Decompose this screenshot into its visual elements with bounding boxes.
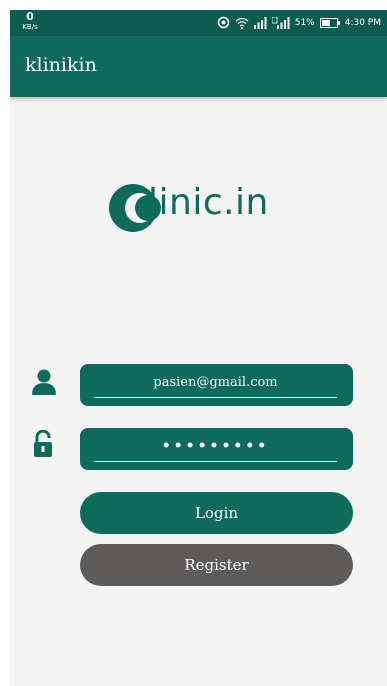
clinic-logo: linic.in	[108, 178, 298, 240]
signal-sim2-icon	[271, 16, 290, 29]
register-button[interactable]: Register	[80, 544, 353, 586]
phone-screen: 0 KB/s 51% 4:30 PM klinikin linic.in pas…	[10, 10, 387, 686]
app-bar: klinikin	[10, 36, 387, 97]
network-speed-value: 0	[26, 10, 34, 23]
logo-text: linic.in	[148, 182, 269, 223]
network-speed: 0 KB/s	[18, 10, 42, 32]
email-field[interactable]	[80, 364, 353, 406]
clock: 4:30 PM	[344, 17, 381, 28]
app-title: klinikin	[25, 54, 97, 76]
status-icons: 51% 4:30 PM	[217, 16, 381, 29]
email-underline	[94, 397, 337, 398]
battery-icon	[319, 17, 340, 28]
email-input[interactable]	[94, 368, 337, 396]
signal-sim1-icon	[253, 16, 267, 29]
battery-percentage: 51%	[294, 17, 315, 28]
wifi-icon	[235, 17, 249, 29]
password-underline	[94, 461, 337, 462]
network-speed-unit: KB/s	[22, 23, 38, 31]
password-input[interactable]	[94, 432, 337, 460]
unlocked-padlock-icon	[34, 430, 52, 457]
password-field[interactable]	[80, 428, 353, 470]
status-bar: 0 KB/s 51% 4:30 PM	[10, 10, 387, 36]
sync-icon	[217, 16, 229, 29]
person-icon	[32, 369, 56, 395]
login-button[interactable]: Login	[80, 492, 353, 534]
